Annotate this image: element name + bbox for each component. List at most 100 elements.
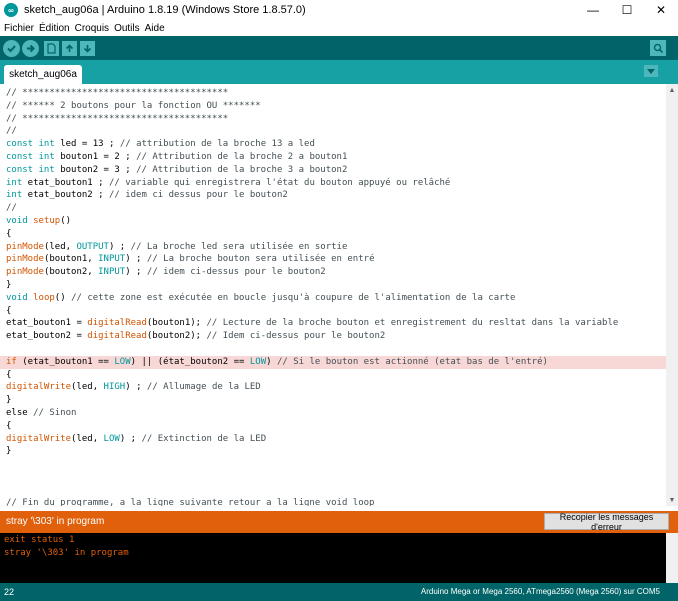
code-line[interactable]: pinMode(bouton1, INPUT) ; // La broche b…	[6, 253, 374, 266]
code-token: ) ;	[108, 241, 131, 252]
close-button[interactable]: ✕	[644, 0, 678, 20]
save-button[interactable]	[80, 40, 95, 56]
code-editor[interactable]: // *************************************…	[0, 84, 666, 506]
code-token: if	[6, 356, 17, 367]
code-line[interactable]: const int bouton1 = 2 ; // Attribution d…	[6, 151, 347, 164]
arrow-up-icon	[65, 43, 74, 52]
code-token: LOW	[249, 356, 267, 367]
status-message: stray '\303' in program	[6, 516, 105, 527]
code-line[interactable]: int etat_bouton2 ; // idem ci dessus pou…	[6, 189, 288, 202]
code-line[interactable]: {	[6, 420, 11, 433]
code-token: int	[38, 139, 55, 150]
scroll-down-icon[interactable]: ▼	[666, 494, 678, 506]
menu-fichier[interactable]: Fichier	[4, 23, 34, 34]
code-token: // idem ci dessus pour le bouton2	[108, 190, 288, 201]
upload-button[interactable]	[22, 39, 39, 57]
code-token: else	[6, 408, 34, 418]
code-line[interactable]: //	[6, 125, 17, 138]
code-token: }	[6, 395, 12, 406]
console-line: stray '\303' in program	[4, 548, 129, 558]
menu-aide[interactable]: Aide	[145, 23, 165, 34]
code-token: etat_bouton2 ;	[22, 190, 109, 201]
code-line[interactable]: {	[6, 369, 11, 382]
tab-sketch[interactable]: sketch_aug06a	[4, 65, 82, 84]
code-line[interactable]: int etat_bouton1 ; // variable qui enreg…	[6, 177, 450, 190]
code-line[interactable]: etat_bouton2 = digitalRead(bouton2); // …	[6, 330, 385, 343]
code-token: ()	[60, 216, 72, 226]
code-line[interactable]: // ****** 2 boutons pour la fonction OU …	[6, 100, 261, 113]
code-line[interactable]: {	[6, 228, 11, 241]
code-token: (bouton1,	[43, 254, 99, 265]
chevron-down-icon	[647, 68, 655, 74]
code-line[interactable]: const int led = 13 ; // attribution de l…	[6, 138, 315, 151]
code-token: const	[6, 139, 34, 150]
code-token: // ****** 2 boutons pour la fonction OU …	[6, 100, 261, 111]
code-line[interactable]: }	[6, 394, 11, 407]
serial-monitor-button[interactable]	[650, 40, 666, 56]
code-token: (led,	[43, 241, 77, 252]
checkmark-icon	[7, 44, 16, 52]
code-line[interactable]: etat_bouton1 = digitalRead(bouton1); // …	[6, 317, 618, 330]
code-token: (etat_bouton1 ==	[16, 356, 115, 367]
code-line[interactable]: void loop() // cette zone est exécutée e…	[6, 292, 515, 305]
code-token: // idem ci-dessus pour le bouton2	[146, 267, 326, 278]
code-token: )	[266, 356, 277, 367]
code-line[interactable]: // *************************************…	[6, 87, 228, 100]
code-token: ()	[54, 292, 72, 303]
code-line[interactable]: }	[6, 445, 11, 458]
code-token: digitalRead	[87, 318, 147, 329]
scroll-up-icon[interactable]: ▲	[666, 84, 678, 96]
console-output: exit status 1 stray '\303' in program	[0, 533, 666, 583]
code-line[interactable]: digitalWrite(led, HIGH) ; // Allumage de…	[6, 381, 261, 394]
code-line[interactable]: if (etat_bouton1 == LOW) || (état_bouton…	[6, 356, 548, 369]
maximize-button[interactable]: ☐	[610, 0, 644, 20]
code-line[interactable]: pinMode(led, OUTPUT) ; // La broche led …	[6, 241, 347, 254]
editor-scrollbar[interactable]: ▲ ▼	[666, 84, 678, 506]
code-token: bouton1 = 2 ;	[54, 152, 137, 162]
code-token: setup	[33, 216, 61, 226]
code-token: // cette zone est exécutée en boucle jus…	[71, 292, 516, 303]
menu-bar: Fichier Édition Croquis Outils Aide	[0, 20, 678, 36]
code-token: int	[6, 177, 23, 188]
new-sketch-button[interactable]	[44, 40, 59, 56]
code-token: // Si le bouton est actionné (etat bas d…	[276, 356, 548, 367]
minimize-button[interactable]: —	[576, 0, 610, 20]
tab-menu-button[interactable]	[644, 65, 658, 77]
menu-edition[interactable]: Édition	[39, 23, 70, 34]
code-line[interactable]: void setup()	[6, 215, 71, 228]
arrow-down-icon	[83, 44, 92, 53]
menu-croquis[interactable]: Croquis	[75, 23, 109, 34]
code-line[interactable]: else // Sinon	[6, 407, 76, 420]
verify-button[interactable]	[3, 39, 20, 57]
menu-outils[interactable]: Outils	[114, 23, 140, 34]
code-token: int	[6, 190, 23, 201]
code-line[interactable]: const int bouton2 = 3 ; // Attribution d…	[6, 164, 347, 177]
code-token: // Attribution de la broche 3 a bouton2	[136, 164, 348, 175]
code-line[interactable]: //	[6, 202, 17, 215]
code-token: //	[6, 126, 17, 137]
title-bar: ∞ sketch_aug06a | Arduino 1.8.19 (Window…	[0, 0, 678, 20]
code-token: digitalRead	[87, 331, 147, 342]
code-token: // Fin du programme, a la ligne suivante…	[6, 497, 375, 506]
code-token: led = 13 ;	[54, 139, 120, 150]
code-token: {	[6, 305, 12, 316]
code-token: HIGH	[103, 382, 126, 393]
code-token: // Extinction de la LED	[141, 433, 267, 444]
code-token: {	[6, 420, 12, 431]
code-token: ) ;	[119, 433, 142, 444]
code-token: // attribution de la broche 13 a led	[119, 139, 315, 150]
code-line[interactable]: // *************************************…	[6, 113, 228, 126]
code-token: (led,	[71, 382, 104, 393]
code-line[interactable]: pinMode(bouton2, INPUT) ; // idem ci-des…	[6, 266, 326, 279]
code-line[interactable]: digitalWrite(led, LOW) ; // Extinction d…	[6, 433, 266, 446]
code-line[interactable]: }	[6, 279, 11, 292]
code-line[interactable]: // Fin du programme, a la ligne suivante…	[6, 497, 374, 506]
code-line[interactable]: {	[6, 305, 11, 318]
open-button[interactable]	[62, 40, 77, 56]
code-token: // Sinon	[33, 408, 77, 418]
console-scrollbar[interactable]	[666, 533, 678, 583]
copy-error-messages-button[interactable]: Recopier les messages d'erreur	[544, 512, 669, 532]
console-line: exit status 1	[4, 535, 75, 545]
board-info: Arduino Mega or Mega 2560, ATmega2560 (M…	[420, 587, 660, 596]
arduino-logo-icon: ∞	[4, 3, 18, 17]
